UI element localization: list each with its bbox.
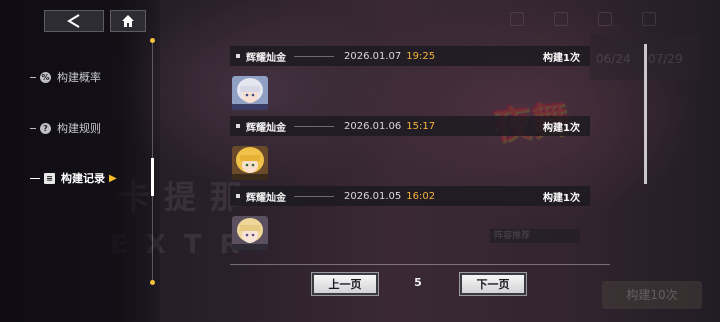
nav-item-label: 构建规则	[57, 122, 101, 135]
record-row: 辉耀灿金 2026.01.07 19:25 构建1次	[230, 46, 590, 66]
row-line	[294, 55, 334, 57]
pool-name: 辉耀灿金	[246, 122, 286, 134]
percent-icon: %	[40, 71, 51, 83]
home-icon	[122, 15, 134, 27]
blonde-character-avatar	[232, 146, 268, 180]
record-row: 辉耀灿金 2026.01.05 16:02 构建1次	[230, 186, 590, 206]
record-date: 2026.01.07	[344, 50, 402, 62]
vertical-scrollbar[interactable]	[644, 44, 647, 184]
current-page-number: 5	[414, 276, 422, 289]
record-time: 15:17	[406, 120, 436, 132]
prev-page-button[interactable]: 上一页	[311, 272, 379, 296]
list-bottom-line	[230, 264, 610, 265]
record-icon: ≡	[44, 172, 55, 184]
row-bullet	[236, 124, 240, 128]
nav-dash	[30, 177, 40, 179]
record-time: 19:25	[406, 50, 436, 62]
light-hair-character-avatar	[232, 216, 268, 250]
next-page-button[interactable]: 下一页	[459, 272, 527, 296]
nav-dash	[30, 127, 36, 129]
build-count: 构建1次	[543, 52, 580, 64]
silver-hair-character-avatar	[232, 76, 268, 110]
nav-item-label: 构建记录	[61, 172, 105, 185]
build-count: 构建1次	[543, 192, 580, 204]
row-line	[294, 125, 334, 127]
top-resource-icons	[510, 12, 656, 26]
record-date: 2026.01.05	[344, 190, 402, 202]
row-line	[294, 195, 334, 197]
nav-dash	[30, 76, 36, 78]
nav-item-label: 构建概率	[57, 71, 101, 84]
home-button[interactable]	[110, 10, 146, 32]
back-arrow-icon	[67, 14, 80, 28]
record-row: 辉耀灿金 2026.01.06 15:17 构建1次	[230, 116, 590, 136]
nav-item-records[interactable]: ≡ 构建记录 ▶	[30, 169, 150, 187]
nav-item-probability[interactable]: % 构建概率	[30, 68, 150, 86]
build-ten-button-bg: 构建10次	[602, 281, 702, 309]
build-count: 构建1次	[543, 122, 580, 134]
row-bullet	[236, 194, 240, 198]
row-bullet	[236, 54, 240, 58]
divider-top-dot	[150, 38, 155, 43]
pool-name: 辉耀灿金	[246, 52, 286, 64]
active-arrow-icon: ▶	[109, 172, 117, 184]
event-end-date: 07/29	[648, 52, 683, 66]
record-time: 16:02	[406, 190, 436, 202]
back-button[interactable]	[44, 10, 104, 32]
record-date: 2026.01.06	[344, 120, 402, 132]
event-start-date: 06/24	[596, 52, 631, 66]
nav-item-rules[interactable]: ? 构建规则	[30, 119, 150, 137]
question-icon: ?	[40, 122, 51, 134]
nav-divider-active-marker	[151, 158, 154, 196]
divider-bottom-dot	[150, 280, 155, 285]
nav-panel-shade	[0, 0, 160, 322]
pool-name: 辉耀灿金	[246, 192, 286, 204]
lineup-tag: 阵容推荐	[490, 229, 580, 243]
